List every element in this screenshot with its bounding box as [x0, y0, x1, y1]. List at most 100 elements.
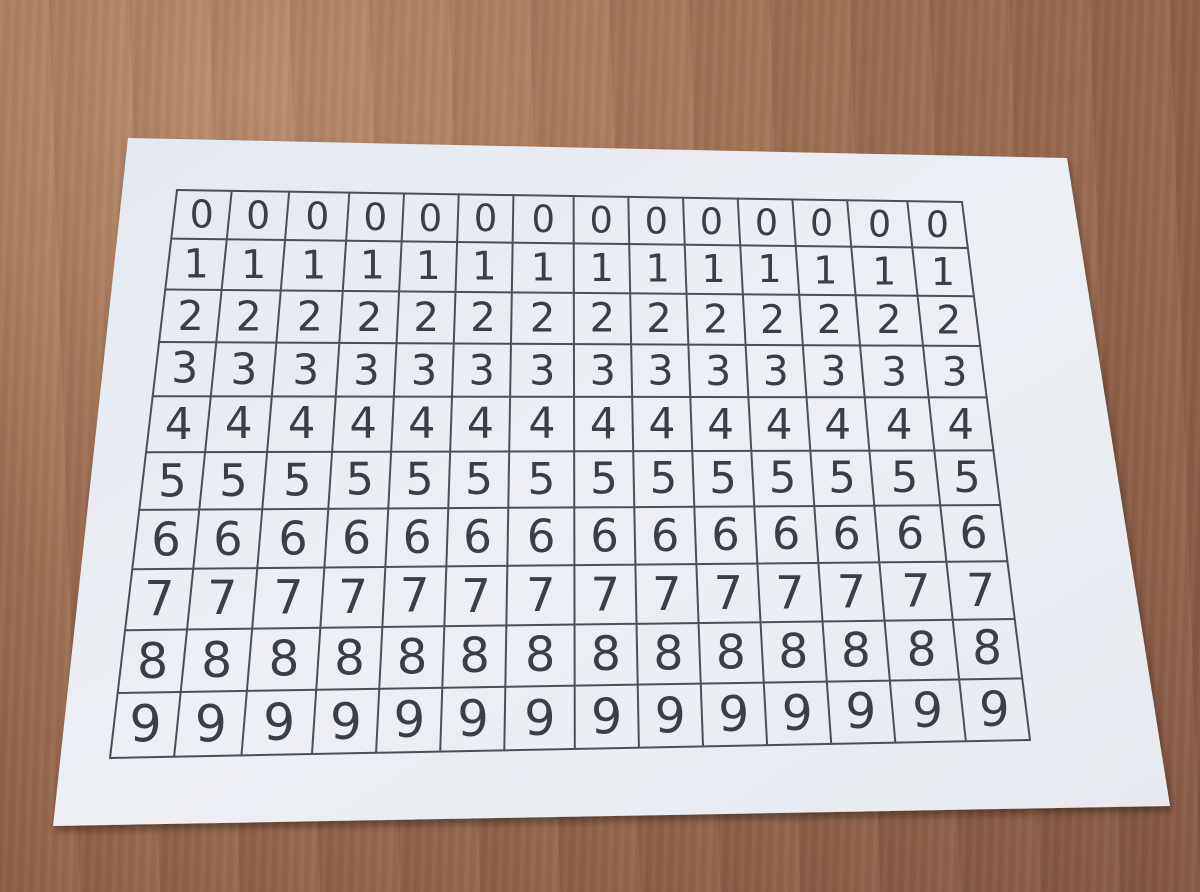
grid-cell-digit: 1: [872, 249, 896, 293]
grid-cell-digit: 6: [772, 509, 800, 560]
grid-cell-digit: 9: [195, 694, 227, 753]
grid-cell-digit: 3: [171, 345, 198, 394]
grid-cell-digit: 9: [330, 692, 362, 751]
grid-cell-digit: 2: [413, 294, 439, 341]
grid-cell-digit: 8: [334, 630, 365, 686]
grid-cell-digit: 0: [474, 197, 498, 240]
grid-cell-digit: 9: [654, 687, 685, 745]
grid-cell-digit: 5: [828, 453, 855, 503]
grid-cell-digit: 8: [459, 629, 489, 684]
grid-cell-digit: 1: [241, 242, 266, 288]
grid-cell-digit: 7: [714, 566, 743, 620]
grid-cell-digit: 6: [711, 509, 739, 561]
grid-cell-digit: 6: [832, 509, 860, 560]
grid-cell-digit: 2: [236, 292, 262, 340]
wooden-table-surface: 0000000000000011111111111111222222222222…: [0, 0, 1200, 892]
grid-cell-digit: 8: [525, 628, 555, 683]
grid-cell-digit: 4: [649, 400, 676, 449]
grid-cell-digit: 3: [353, 345, 380, 394]
grid-cell-digit: 5: [465, 454, 493, 505]
grid-cell-digit: 5: [346, 455, 374, 506]
grid-cell-digit: 1: [301, 243, 326, 289]
grid-cell-digit: 5: [769, 454, 797, 504]
grid-cell-digit: 7: [590, 568, 619, 622]
grid-cell-digit: 0: [532, 198, 556, 241]
grid-cell-digit: 8: [778, 625, 808, 680]
grid-cell-digit: 1: [184, 241, 209, 287]
grid-cell-digit: 3: [411, 346, 437, 395]
grid-cell-digit: 1: [757, 248, 781, 292]
grid-cell-digit: 6: [590, 510, 619, 563]
grid-cell-digit: 6: [342, 511, 371, 564]
grid-cell-digit: 5: [158, 454, 187, 507]
grid-cell-digit: 2: [470, 295, 496, 341]
grid-cell-digit: 5: [709, 454, 737, 504]
grid-cell-digit: 3: [881, 347, 907, 395]
grid-cell-digit: 0: [305, 194, 329, 238]
grid-cell-digit: 6: [960, 508, 988, 559]
grid-cell-digit: 7: [966, 564, 995, 617]
grid-cell-digit: 3: [292, 345, 319, 394]
grid-cell-digit: 9: [457, 690, 489, 748]
grid-cell-digit: 6: [651, 509, 680, 562]
grid-cell-digit: 2: [590, 296, 615, 342]
grid-cell-digit: 3: [230, 345, 257, 394]
grid-cell-digit: 5: [283, 455, 311, 507]
grid-cell-digit: 2: [936, 298, 961, 343]
grid-cell-digit: 2: [876, 298, 901, 343]
grid-cell-digit: 4: [349, 399, 376, 449]
grid-cell-digit: 6: [463, 511, 492, 564]
grid-cell-digit: 4: [824, 400, 851, 449]
grid-cell-digit: 0: [645, 199, 668, 242]
grid-cell-digit: 1: [531, 245, 556, 290]
grid-cell-digit: 1: [813, 249, 837, 293]
grid-cell-digit: 9: [591, 688, 622, 746]
grid-cell-digit: 2: [760, 297, 785, 343]
grid-cell-digit: 6: [213, 512, 242, 566]
grid-cell-digit: 8: [907, 623, 937, 678]
grid-cell-digit: 9: [782, 685, 813, 742]
grid-cell-digit: 5: [953, 453, 980, 503]
grid-cell-digit: 7: [338, 570, 368, 625]
grid-cell-digit: 7: [207, 571, 237, 626]
grid-cell-digit: 0: [926, 203, 949, 246]
grid-cell-digit: 0: [700, 200, 723, 243]
grid-cell-digit: 3: [705, 347, 731, 395]
grid-cell-digit: 5: [891, 453, 918, 503]
grid-cell-digit: 2: [357, 293, 383, 341]
grid-cell-digit: 2: [703, 296, 728, 342]
grid-cell-digit: 5: [405, 455, 433, 506]
grid-cell-digit: 2: [646, 296, 671, 342]
grid-cell-digit: 9: [979, 682, 1010, 738]
photo-scene: 0 0 0 0 0 0 0 0 0 0 0 0 0 01 1 1 1 1 1 1 1 1 1 1 1 1 12 2 2 2 2 2 2 2 2 2 2 2…: [53, 138, 1170, 826]
grid-cell-digit: 8: [716, 625, 746, 680]
grid-cell-digit: 1: [416, 244, 441, 289]
grid-cell-digit: 3: [647, 347, 673, 395]
grid-column-line: [572, 195, 576, 750]
grid-cell-digit: 0: [755, 201, 778, 244]
grid-cell-digit: 7: [400, 570, 430, 624]
grid-cell-digit: 8: [201, 632, 232, 689]
grid-cell-digit: 2: [817, 297, 842, 343]
grid-cell-digit: 0: [810, 202, 833, 245]
grid-cell-digit: 8: [397, 630, 428, 686]
grid-cell-digit: 2: [177, 292, 203, 340]
grid-cell-digit: 8: [268, 631, 299, 687]
grid-cell-digit: 9: [718, 686, 749, 743]
grid-cell-digit: 1: [645, 247, 669, 292]
grid-cell-digit: 6: [527, 510, 556, 563]
grid-cell-digit: 4: [408, 399, 435, 449]
grid-cell-digit: 7: [652, 567, 681, 621]
grid-cell-digit: 6: [278, 511, 307, 565]
grid-cell-digit: 1: [931, 250, 955, 294]
grid-cell-digit: 2: [530, 295, 555, 341]
grid-cell-digit: 3: [590, 347, 616, 395]
grid-cell-digit: 9: [129, 695, 161, 754]
grid-cell-digit: 7: [526, 568, 556, 622]
grid-cell-digit: 0: [419, 196, 443, 240]
grid-cell-digit: 0: [190, 193, 214, 237]
grid-cell-digit: 3: [942, 348, 968, 396]
grid-cell-digit: 5: [219, 454, 248, 507]
grid-cell-digit: 0: [868, 202, 891, 245]
grid-cell-digit: 8: [972, 622, 1002, 676]
